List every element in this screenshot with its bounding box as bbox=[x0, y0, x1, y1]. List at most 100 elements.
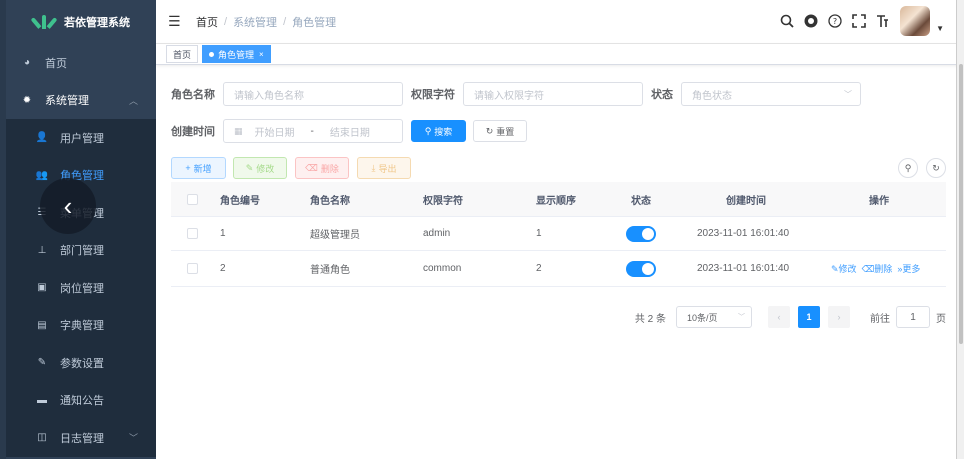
github-icon[interactable] bbox=[804, 14, 818, 28]
delete-button[interactable]: ⌫ 删除 bbox=[295, 157, 349, 179]
font-size-icon[interactable] bbox=[876, 14, 890, 28]
start-date-placeholder: 开始日期 bbox=[254, 127, 295, 139]
tag-role-management[interactable]: 角色管理 × bbox=[202, 45, 271, 63]
post-icon: ▣ bbox=[37, 282, 47, 294]
date-range-picker[interactable]: ▦ 开始日期 - 结束日期 bbox=[223, 119, 403, 143]
pagination-total: 共 2 条 bbox=[634, 313, 666, 325]
table-row[interactable]: 1 超级管理员 admin 1 2023-11-01 16:01:40 bbox=[171, 217, 946, 251]
search-icon[interactable] bbox=[780, 14, 794, 28]
status-select[interactable]: 角色状态 ﹀ bbox=[681, 82, 861, 106]
sidebar-item-depts[interactable]: ⊥ 部门管理 bbox=[6, 231, 156, 269]
svg-text:?: ? bbox=[833, 17, 837, 26]
row-delete-link[interactable]: ⌫删除 bbox=[862, 262, 893, 275]
edit-button[interactable]: ✎ 修改 bbox=[233, 157, 287, 179]
cell-role-name: 普通角色 bbox=[310, 265, 350, 276]
search-row-2: 创建时间 ▦ 开始日期 - 结束日期 ⚲ 搜索 ↻ 重置 bbox=[171, 119, 527, 143]
tag-home[interactable]: 首页 bbox=[166, 45, 199, 63]
tag-label: 角色管理 bbox=[218, 49, 255, 60]
hamburger-icon[interactable]: ☰ bbox=[168, 13, 184, 30]
chevron-left-icon: ‹ bbox=[777, 312, 781, 322]
next-page-button[interactable]: › bbox=[828, 306, 850, 328]
caret-down-icon[interactable]: ▼ bbox=[936, 24, 944, 33]
button-label: 删除 bbox=[320, 163, 339, 174]
role-key-label: 权限字符 bbox=[411, 89, 455, 101]
sidebar-item-dicts[interactable]: ▤ 字典管理 bbox=[6, 306, 156, 344]
sidebar-item-label: 参数设置 bbox=[60, 357, 104, 370]
breadcrumb-separator: / bbox=[224, 15, 228, 28]
header-sort: 显示顺序 bbox=[536, 195, 576, 207]
cell-role-id: 1 bbox=[220, 228, 226, 239]
refresh-button[interactable]: ↻ bbox=[926, 158, 946, 178]
delete-icon: ⌫ bbox=[861, 264, 875, 274]
goto-suffix: 页 bbox=[936, 313, 946, 325]
sidebar-item-label: 日志管理 bbox=[60, 432, 104, 445]
sidebar-item-configs[interactable]: ✎ 参数设置 bbox=[6, 344, 156, 382]
close-icon[interactable]: × bbox=[259, 50, 264, 59]
row-more-link[interactable]: »更多 bbox=[897, 262, 920, 275]
sidebar-item-label: 用户管理 bbox=[60, 132, 104, 145]
status-switch[interactable] bbox=[626, 225, 656, 242]
create-time-label: 创建时间 bbox=[171, 126, 215, 138]
add-button[interactable]: + 新增 bbox=[171, 157, 226, 179]
role-table: 角色编号 角色名称 权限字符 显示顺序 状态 创建时间 操作 1 超级管理员 a… bbox=[171, 182, 946, 287]
placeholder: 请输入角色名称 bbox=[234, 90, 304, 102]
sidebar-item-system[interactable]: ✹ 系统管理 ︿ bbox=[6, 82, 156, 120]
export-button[interactable]: ⤓ 导出 bbox=[357, 157, 411, 179]
button-label: 修改 bbox=[256, 163, 275, 174]
pagination: 共 2 条 10条/页 ﹀ ‹ 1 › 前往 1 页 bbox=[635, 306, 946, 328]
question-icon[interactable]: ? bbox=[828, 14, 842, 28]
status-switch[interactable] bbox=[626, 260, 656, 277]
sidebar-item-home[interactable]: ◕ 首页 bbox=[6, 44, 156, 82]
goto-page-input[interactable]: 1 bbox=[896, 306, 930, 328]
tree-icon: ⊥ bbox=[37, 244, 47, 256]
avatar[interactable] bbox=[900, 6, 931, 36]
sidebar-item-logs[interactable]: ◫ 日志管理 ﹀ bbox=[6, 419, 156, 457]
breadcrumb: 首页 / 系统管理 / 角色管理 bbox=[196, 14, 336, 30]
sidebar-item-label: 部门管理 bbox=[60, 245, 104, 258]
page-number-button[interactable]: 1 bbox=[798, 306, 820, 328]
breadcrumb-home[interactable]: 首页 bbox=[196, 14, 218, 30]
page-size-select[interactable]: 10条/页 ﹀ bbox=[676, 306, 752, 328]
row-edit-link[interactable]: ✎修改 bbox=[831, 262, 857, 275]
row-operations: ✎修改 ⌫删除 »更多 bbox=[831, 262, 925, 275]
plus-icon: + bbox=[185, 163, 191, 173]
search-button[interactable]: ⚲ 搜索 bbox=[411, 120, 466, 142]
end-date-placeholder: 结束日期 bbox=[329, 127, 370, 139]
chevron-down-icon: ﹀ bbox=[738, 314, 745, 321]
edit-icon: ✎ bbox=[37, 357, 47, 369]
row-checkbox[interactable] bbox=[187, 263, 198, 274]
prev-page-button[interactable]: ‹ bbox=[768, 306, 790, 328]
chevron-down-icon: ﹀ bbox=[844, 89, 852, 99]
role-key-input[interactable]: 请输入权限字符 bbox=[463, 82, 643, 106]
toggle-search-button[interactable]: ⚲ bbox=[898, 158, 918, 178]
breadcrumb-separator: / bbox=[283, 15, 287, 28]
window-scrollbar[interactable] bbox=[956, 0, 964, 459]
header-role-name: 角色名称 bbox=[310, 195, 350, 207]
edit-icon: ✎ bbox=[831, 264, 839, 274]
cell-role-key: common bbox=[423, 263, 462, 274]
navbar-right-menu: ? ▼ bbox=[780, 6, 944, 36]
back-arrow-icon[interactable]: ‹ bbox=[40, 178, 96, 234]
sidebar-item-label: 通知公告 bbox=[60, 395, 104, 408]
user-icon: 👤 bbox=[35, 132, 49, 144]
button-label: 导出 bbox=[378, 163, 397, 174]
scrollbar-thumb[interactable] bbox=[959, 64, 963, 344]
table-row[interactable]: 2 普通角色 common 2 2023-11-01 16:01:40 ✎修改 … bbox=[171, 251, 946, 287]
sidebar-item-notices[interactable]: ▬ 通知公告 bbox=[6, 381, 156, 419]
main-content: 角色名称 请输入角色名称 权限字符 请输入权限字符 状态 角色状态 ﹀ 创建时间… bbox=[156, 65, 956, 459]
cell-create-time: 2023-11-01 16:01:40 bbox=[697, 228, 790, 239]
toolbar: + 新增 ✎ 修改 ⌫ 删除 ⤓ 导出 bbox=[171, 157, 411, 179]
row-checkbox[interactable] bbox=[187, 228, 198, 239]
select-all-checkbox[interactable] bbox=[187, 193, 198, 205]
cell-role-key: admin bbox=[423, 228, 451, 239]
role-name-input[interactable]: 请输入角色名称 bbox=[223, 82, 403, 106]
table-header: 角色编号 角色名称 权限字符 显示顺序 状态 创建时间 操作 bbox=[171, 182, 946, 217]
sidebar-logo[interactable]: 若依管理系统 bbox=[6, 0, 156, 44]
sidebar-item-users[interactable]: 👤 用户管理 bbox=[6, 119, 156, 157]
search-row-1: 角色名称 请输入角色名称 权限字符 请输入权限字符 状态 角色状态 ﹀ bbox=[171, 82, 861, 106]
navbar: ☰ 首页 / 系统管理 / 角色管理 ? ▼ bbox=[156, 0, 964, 44]
cell-sort: 2 bbox=[536, 263, 542, 274]
fullscreen-icon[interactable] bbox=[852, 14, 866, 28]
reset-button[interactable]: ↻ 重置 bbox=[473, 120, 527, 142]
sidebar-item-posts[interactable]: ▣ 岗位管理 bbox=[6, 269, 156, 307]
